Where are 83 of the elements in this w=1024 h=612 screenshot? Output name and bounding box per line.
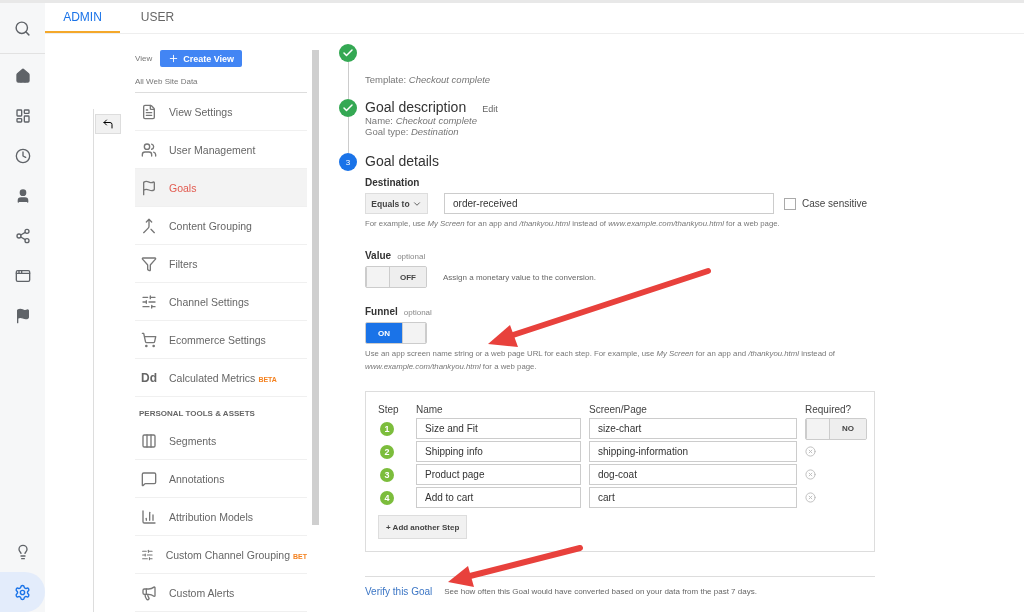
verify-text: See how often this Goal would have converted based on your data from the past 7 days. (444, 587, 757, 596)
menu-item[interactable]: Filters (135, 245, 307, 283)
menu-label: Ecommerce Settings (169, 333, 266, 346)
menu-item[interactable]: Custom Alerts (135, 574, 307, 612)
menu-icon (141, 217, 157, 234)
step-number: 3 (339, 153, 357, 171)
menu-icon (141, 508, 157, 525)
step-number: 2 (380, 444, 394, 459)
step-title: Goal details (365, 153, 439, 169)
back-button[interactable] (95, 114, 121, 134)
menu-label: Segments (169, 434, 217, 447)
help-text: Assign a monetary value to the conversion. (443, 272, 596, 282)
match-dropdown[interactable]: Equals to (365, 193, 428, 214)
toggle-switch[interactable]: NO (805, 417, 867, 440)
page-input[interactable]: cart (589, 487, 797, 508)
menu-icon (141, 470, 157, 487)
column-header: Name (416, 404, 444, 417)
menu-label: View Settings (169, 105, 233, 118)
metrics-icon: Dd (141, 370, 157, 385)
optional-label: optional (403, 308, 432, 317)
menu-icon (141, 103, 157, 120)
menu-label: Channel Settings (169, 295, 249, 308)
menu-icon (141, 584, 157, 601)
step-title: Goal description (365, 99, 467, 115)
view-label: View (135, 54, 153, 63)
menu-item[interactable]: Segments (135, 422, 307, 460)
toggle-switch[interactable]: ON (365, 322, 427, 344)
step-detail: Name: Checkout complete (365, 115, 478, 126)
column-header: Screen/Page (589, 404, 648, 417)
step-number: 1 (380, 421, 394, 436)
name-input[interactable]: Product page (416, 464, 581, 485)
step-detail: Goal type: Destination (365, 126, 460, 137)
edit-link[interactable]: Edit (482, 104, 498, 114)
scrollbar[interactable] (312, 50, 319, 525)
menu-icon (141, 141, 157, 158)
create-view-button[interactable]: Create View (160, 50, 243, 67)
menu-label: Goals (169, 181, 197, 194)
checkbox[interactable] (784, 197, 796, 210)
menu-icon (141, 255, 157, 272)
back-arrow-icon (102, 118, 114, 130)
page-input[interactable]: shipping-information (589, 441, 797, 462)
toggle-switch[interactable]: OFF (365, 266, 427, 288)
menu-icon (141, 179, 157, 196)
name-input[interactable]: Add to cart (416, 487, 581, 508)
menu-label: Content Grouping (169, 219, 252, 232)
step-detail: Template: Checkout complete (365, 74, 492, 85)
checkbox-label: Case sensitive (802, 198, 868, 209)
add-step-button[interactable]: + Add another Step (378, 515, 468, 539)
menu-label: Custom Alerts (169, 586, 235, 599)
menu-label: Annotations (169, 472, 225, 485)
menu-icon (141, 293, 157, 310)
plus-icon (168, 53, 180, 64)
menu-item[interactable]: Ecommerce Settings (135, 321, 307, 359)
tab[interactable]: USER (120, 3, 195, 33)
menu-item[interactable]: Channel Settings (135, 283, 307, 321)
step-number: 4 (380, 490, 394, 505)
page-input[interactable]: size-chart (589, 418, 797, 439)
settings-icon[interactable] (0, 572, 45, 612)
menu-label: User Management (169, 143, 256, 156)
field-label: Funnel (365, 306, 398, 317)
name-input[interactable]: Size and Fit (416, 418, 581, 439)
menu-label: Filters (169, 257, 198, 270)
menu-item[interactable]: View Settings (135, 93, 307, 131)
column-header: Required? (805, 404, 853, 417)
field-label: Destination (365, 177, 421, 188)
tab[interactable]: ADMIN (45, 3, 120, 33)
menu-icon (141, 331, 157, 348)
destination-input[interactable]: order-received (444, 193, 774, 214)
name-input[interactable]: Shipping info (416, 441, 581, 462)
menu-item[interactable]: Attribution Models (135, 498, 307, 536)
menu-item[interactable]: Content Grouping (135, 207, 307, 245)
menu-item[interactable]: Goals (135, 169, 307, 207)
optional-label: optional (397, 252, 426, 261)
verify-link[interactable]: Verify this Goal (365, 586, 433, 597)
section-header: PERSONAL TOOLS & ASSETS (138, 408, 256, 420)
page-input[interactable]: dog-coat (589, 464, 797, 485)
menu-label: Attribution Models (169, 510, 254, 523)
menu-icon (141, 432, 157, 449)
step-number: 3 (380, 467, 394, 482)
view-name: All Web Site Data (135, 67, 307, 93)
menu-item[interactable]: Annotations (135, 460, 307, 498)
column-header: Step (378, 404, 400, 417)
field-label: Value (365, 250, 392, 261)
